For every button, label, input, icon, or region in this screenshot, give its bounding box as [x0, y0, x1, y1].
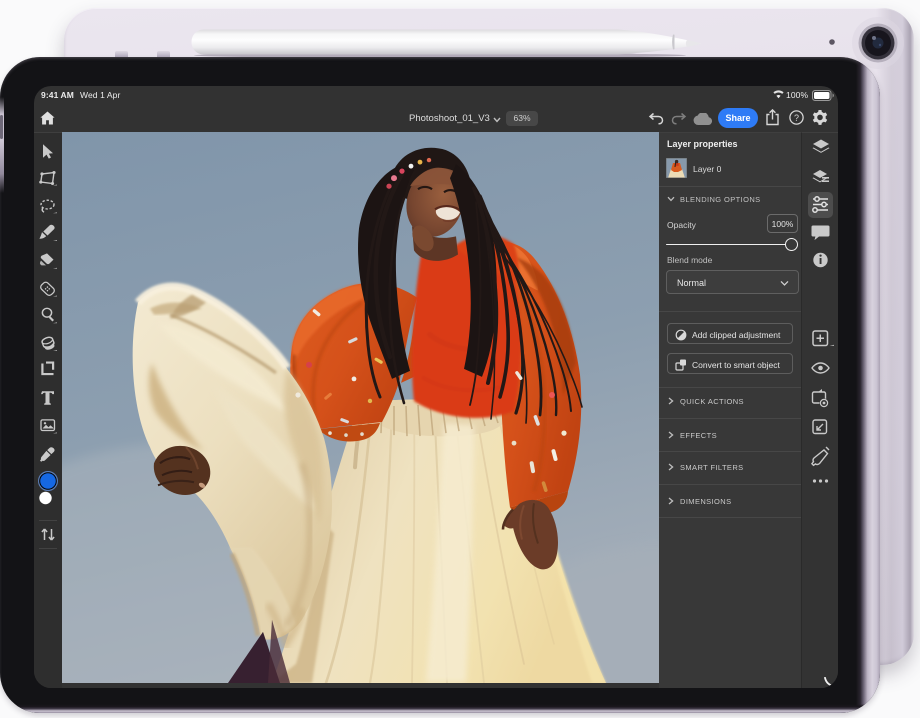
svg-text:?: ? [794, 113, 799, 123]
